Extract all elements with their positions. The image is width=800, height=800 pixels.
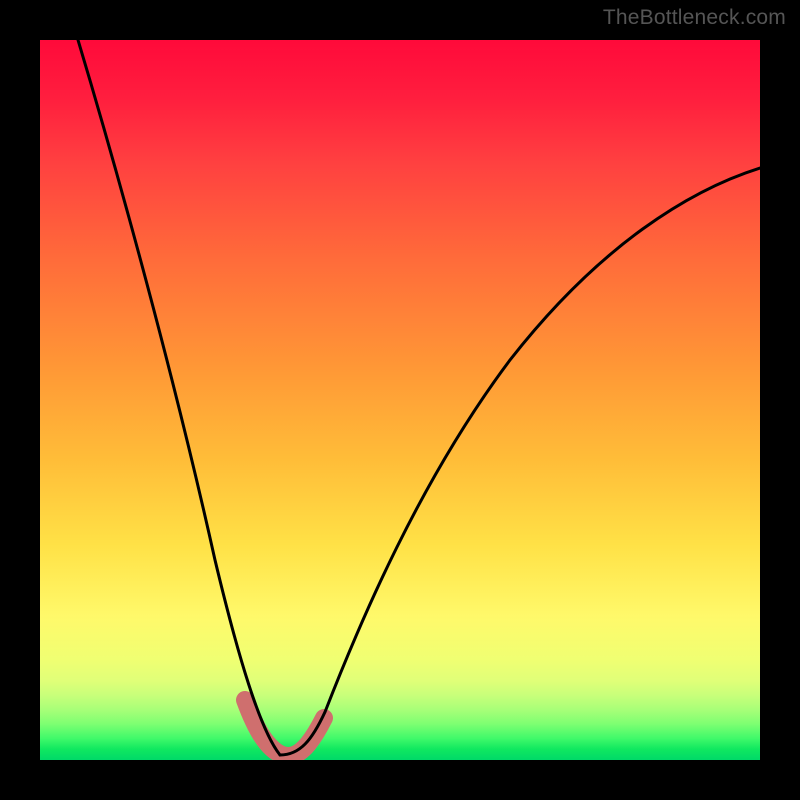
curve-left-branch [78,40,280,755]
chart-frame: TheBottleneck.com [0,0,800,800]
plot-area [40,40,760,760]
curve-layer [40,40,760,760]
watermark-text: TheBottleneck.com [603,6,786,30]
curve-right-branch [280,168,760,755]
